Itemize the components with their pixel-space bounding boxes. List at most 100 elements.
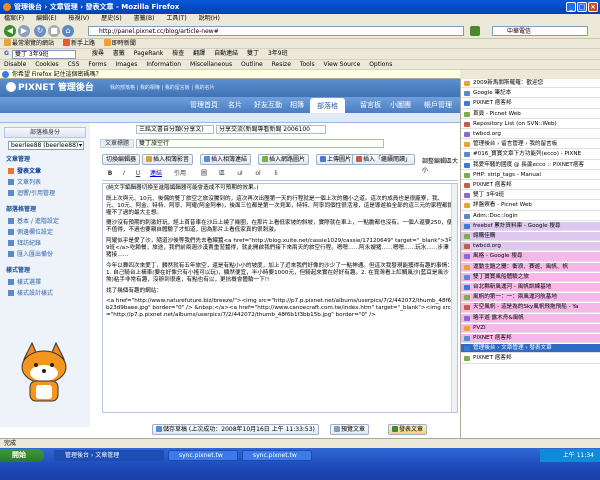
tab-bold[interactable]: B [104, 169, 116, 179]
category-select[interactable]: 三銘文書自分類(分享文) [136, 125, 214, 134]
tab-admin-home[interactable]: 管理首頁 [190, 100, 218, 110]
switch-editor-button[interactable]: 切換編輯器 [102, 154, 141, 165]
menu-view[interactable]: 檢視(V) [68, 15, 89, 22]
tab-friends[interactable]: 好友互動 [254, 100, 282, 110]
menu-file[interactable]: 檔案(F) [4, 15, 24, 22]
tab-guestbook[interactable]: 留言板 [360, 100, 381, 110]
bookmark-item[interactable]: 天空風帆 - 這是為的Sky風帆飛拖飛船 - Ya [461, 303, 600, 313]
sidebar-item-style-design[interactable]: 樣式設計樣式 [8, 289, 53, 298]
insert-album-link-button[interactable]: 插入相簿連結 [200, 154, 252, 165]
webdev-forms[interactable]: Forms [88, 61, 106, 68]
webdev-options[interactable]: Options [369, 61, 392, 68]
google-translate-button[interactable]: 翻譯 [193, 50, 205, 57]
url-bar[interactable]: http://panel.pixnet.cc/blog/article-new# [88, 26, 464, 36]
bookmark-item[interactable]: 風帆的第一：一：兩風運河航基地 [461, 293, 600, 303]
sidebar-item-article-list[interactable]: 文章列表 [8, 178, 41, 187]
webdev-css[interactable]: CSS [68, 61, 80, 68]
stop-button[interactable]: ■ [48, 25, 60, 37]
insert-album-button[interactable]: 插入相簿影音 [142, 154, 194, 165]
sidebar-item-sidebar-settings[interactable]: 側邊欄位設定 [8, 228, 53, 237]
pixnet-logo[interactable]: PIXNET 管理後台 [6, 82, 94, 94]
tab-group[interactable]: 小圖團 [390, 100, 411, 110]
google-check-button[interactable]: 檢查 [172, 50, 184, 57]
google-autolink-button[interactable]: 自動連結 [214, 50, 238, 57]
tab-li[interactable]: li [270, 169, 282, 179]
publish-button[interactable]: 發表文章 [388, 424, 428, 435]
maximize-button[interactable]: □ [577, 2, 587, 12]
preview-button[interactable]: 預覽文章 [330, 424, 370, 435]
bookmark-item[interactable]: 詳盤察看 - Picnet Web [461, 201, 600, 211]
save-draft-button[interactable]: 儲存草稿 (上次成功：2008年10月16日 上午 11:33:53) [152, 424, 319, 435]
bookmark-item[interactable]: 總購佳購 [461, 232, 600, 242]
tab-link[interactable]: 連結 [148, 169, 164, 179]
bookmark-item[interactable]: 2009新馬關斯羅羅：歡迎您 [461, 79, 600, 89]
close-window-button[interactable]: × [588, 2, 598, 12]
menu-history[interactable]: 歷史(S) [101, 15, 122, 22]
webdev-view-source[interactable]: View Source [324, 61, 361, 68]
article-editor[interactable]: (純文字編輯器切換至進階編輯器可能會造成不可預期的效果。) 既上次與元、10元、… [102, 183, 458, 413]
minimize-button[interactable]: _ [566, 2, 576, 12]
upload-image-button[interactable]: 上傳圖片 [316, 154, 356, 165]
bookmark-item[interactable]: 雙丁 3年9班 [461, 191, 600, 201]
tab-album[interactable]: 相簿 [290, 100, 304, 110]
tab-image[interactable]: 圖 [198, 169, 210, 179]
bookmark-item[interactable]: freebsf 累計資料庫 - Google 搜尋 [461, 221, 600, 231]
google-term-1[interactable]: 雙丁 [247, 50, 259, 57]
tab-ol[interactable]: ol [252, 169, 264, 179]
bookmark-item[interactable]: PVZI [461, 323, 600, 333]
webdev-disable[interactable]: Disable [4, 61, 26, 68]
insert-web-image-button[interactable]: 插入網路圖片 [258, 154, 310, 165]
insert-more-button[interactable]: 插入「繼續閱讀」 [352, 154, 416, 165]
webdev-outline[interactable]: Outline [241, 61, 263, 68]
bookmark-item[interactable]: 台北縣新風運河 - 風帆訓練基地 [461, 283, 600, 293]
bookmark-item[interactable]: Repository List (on SVN::Web) [461, 120, 600, 129]
system-category-select[interactable]: 分享交流(新聞專看新聞 2006100 [216, 125, 326, 134]
bookmark-item[interactable]: 我愛牢騷的國度 @ 長蘆ecco :: PIXNET痞客 [461, 161, 600, 170]
bookmark-item[interactable]: PIXNET 痞客邦 [461, 334, 600, 344]
webdev-miscellaneous[interactable]: Miscellaneous [190, 61, 232, 68]
tab-italic[interactable]: I [118, 169, 130, 179]
bookmark-item[interactable]: PIXNET 痞客邦 [461, 99, 600, 109]
identity-select[interactable]: beerlee88 (beerlee88) ▾ [8, 141, 84, 150]
menu-tools[interactable]: 工具(T) [166, 15, 186, 22]
tab-block[interactable]: 區 [216, 169, 228, 179]
reload-button[interactable]: ↻ [34, 25, 46, 37]
bookmark-item[interactable]: 雙丁寶寶風船體驗之旅 [461, 272, 600, 282]
home-button[interactable]: ⌂ [62, 25, 74, 37]
tab-quote[interactable]: 引用 [172, 169, 188, 179]
google-bookmarks-button[interactable]: 書籤 [113, 50, 125, 57]
sidebar-item-visits[interactable]: 拜訪紀錄 [8, 239, 41, 248]
webdev-cookies[interactable]: Cookies [35, 61, 59, 68]
sidebar-item-import-export[interactable]: 匯入匯出備份 [8, 250, 53, 259]
bookmark-item[interactable]: Google 筆記本 [461, 89, 600, 99]
taskbar-item-firefox[interactable]: 管理後台 › 文章管理 [54, 450, 164, 461]
title-input[interactable]: 雙丁旅空行 [136, 139, 384, 148]
webdev-information[interactable]: Information [146, 61, 181, 68]
bookmark-item[interactable]: 略平遊 露木舟&風帆 [461, 313, 600, 323]
sidebar-item-new-article[interactable]: 發表文章 [8, 167, 41, 176]
sidebar-item-settings[interactable]: 基本 / 進階設定 [8, 217, 59, 226]
webdev-resize[interactable]: Resize [272, 61, 291, 68]
bookmark-most-visited[interactable]: 最常瀏覽的網站 [4, 39, 54, 47]
tab-underline[interactable]: U [132, 169, 144, 179]
webdev-images[interactable]: Images [116, 61, 138, 68]
webdev-tools[interactable]: Tools [300, 61, 315, 68]
start-button[interactable]: 開始 [0, 449, 44, 462]
bookmark-item[interactable]: #016_寶寶文章下方功能列(ecco) - PIXNE [461, 150, 600, 160]
bookmark-item[interactable]: 管理後台 › 留言管理 › 我的留言板 [461, 140, 600, 150]
forward-button[interactable]: ▶ [18, 25, 30, 37]
sidebar-item-comments[interactable]: 迴響/引用管理 [8, 189, 55, 198]
top-links[interactable]: 我的部落格 | 我的相簿 | 我的留言板 | 我的名片 [110, 84, 215, 91]
tab-namecard[interactable]: 名片 [228, 100, 242, 110]
tab-account[interactable]: 帳戶管理 [424, 100, 452, 110]
bookmark-getting-started[interactable]: 新手上路 [62, 39, 95, 47]
google-search-input[interactable]: 雙丁 3年9班 [12, 50, 76, 59]
menu-help[interactable]: 說明(H) [199, 15, 220, 22]
bookmark-item[interactable]: Adm::Doc::login [461, 212, 600, 221]
google-pagerank[interactable]: PageRank [134, 50, 164, 57]
google-term-2[interactable]: 3年9班 [268, 50, 288, 57]
taskbar-item-putty-1[interactable]: sync.pixnet.tw [168, 450, 238, 461]
bookmark-item[interactable]: PHP: strip_tags - Manual [461, 171, 600, 180]
taskbar-item-putty-2[interactable]: sync.pixnet.tw [242, 450, 312, 461]
bookmark-item[interactable]: twbcd.org [461, 130, 600, 140]
